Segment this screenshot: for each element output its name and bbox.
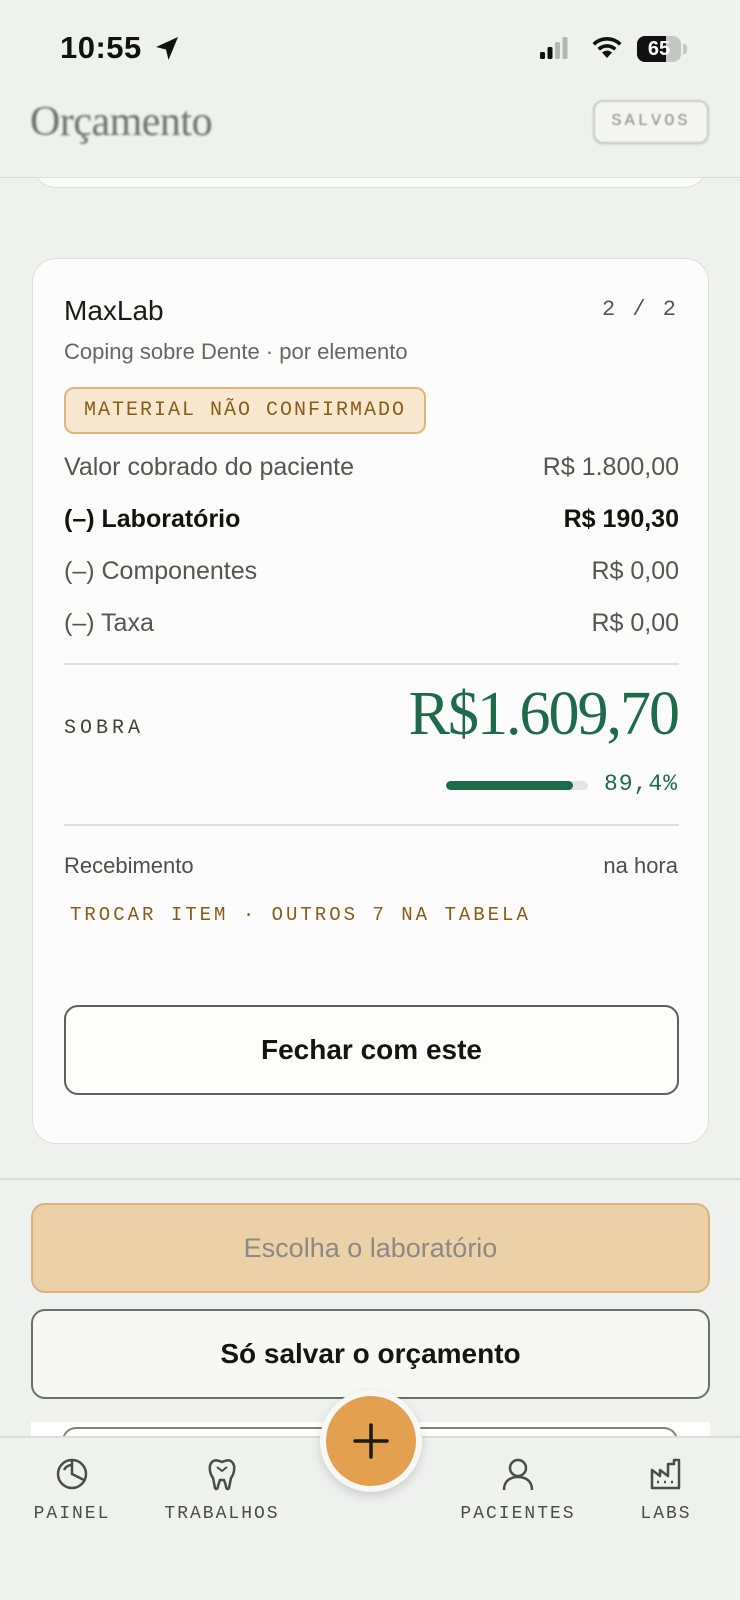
tab-label: LABS	[640, 1504, 692, 1524]
margin-progress-fill	[446, 781, 573, 790]
divider	[64, 663, 679, 665]
tab-label: PAINEL	[33, 1504, 111, 1524]
payment-label: Recebimento	[64, 853, 194, 878]
location-arrow-icon	[152, 34, 182, 64]
battery-icon: 65	[637, 36, 687, 62]
add-button[interactable]	[320, 1390, 422, 1492]
row-label: (–) Laboratório	[64, 505, 241, 533]
dashboard-icon	[56, 1458, 88, 1490]
tab-trabalhos[interactable]: TRABALHOS	[152, 1456, 292, 1546]
tab-painel[interactable]: PAINEL	[2, 1456, 142, 1546]
lab-cost-row: (–) Laboratório R$ 190,30	[64, 505, 679, 545]
tab-pacientes[interactable]: PACIENTES	[448, 1456, 588, 1546]
person-icon	[502, 1458, 534, 1491]
divider	[0, 1178, 740, 1180]
margin-percentage: 89,4%	[603, 771, 678, 797]
tab-label: TRABALHOS	[164, 1504, 280, 1524]
row-value: R$ 0,00	[591, 609, 679, 637]
tab-label: PACIENTES	[460, 1504, 576, 1524]
status-time: 10:55	[60, 30, 142, 65]
cellular-signal-icon	[540, 36, 568, 65]
divider	[64, 824, 679, 826]
factory-icon	[650, 1458, 681, 1490]
row-value: R$ 0,00	[591, 557, 679, 585]
battery-level: 65	[647, 38, 671, 60]
lab-name: MaxLab	[64, 295, 164, 326]
save-quote-only-button[interactable]: Só salvar o orçamento	[31, 1309, 710, 1399]
margin-progress-bar	[446, 781, 588, 790]
choose-lab-button[interactable]: Escolha o laboratório	[31, 1203, 710, 1293]
row-label: (–) Componentes	[64, 557, 258, 585]
wifi-icon	[590, 34, 624, 65]
fee-row: (–) Taxa R$ 0,00	[64, 609, 679, 649]
tab-labs[interactable]: LABS	[596, 1456, 736, 1546]
lab-quote-card: MaxLab 2 / 2 Coping sobre Dente · por el…	[32, 258, 709, 1144]
plus-icon	[353, 1423, 389, 1459]
page-title: Orçamento	[30, 99, 213, 145]
row-value: R$ 190,30	[563, 505, 679, 533]
item-description: Coping sobre Dente · por elemento	[64, 339, 408, 364]
remainder-value: R$1.609,70	[408, 680, 680, 748]
row-label: Valor cobrado do paciente	[64, 453, 355, 481]
payment-value: na hora	[603, 853, 678, 878]
status-bar: 10:55 65	[0, 0, 740, 96]
row-value: R$ 1.800,00	[542, 453, 679, 481]
patient-charge-row: Valor cobrado do paciente R$ 1.800,00	[64, 453, 679, 493]
components-row: (–) Componentes R$ 0,00	[64, 557, 679, 597]
remainder-label: SOBRA	[64, 717, 145, 740]
material-warning-badge: MATERIAL NÃO CONFIRMADO	[64, 387, 427, 434]
swap-item-link[interactable]: TROCAR ITEM · OUTROS 7 NA TABELA	[70, 904, 531, 926]
row-label: (–) Taxa	[64, 609, 154, 637]
tooth-icon	[208, 1459, 236, 1491]
saved-button[interactable]: SALVOS	[593, 100, 709, 144]
app-header: Orçamento SALVOS	[0, 96, 740, 178]
card-counter: 2 / 2	[601, 297, 678, 322]
close-with-this-button[interactable]: Fechar com este	[64, 1005, 679, 1095]
